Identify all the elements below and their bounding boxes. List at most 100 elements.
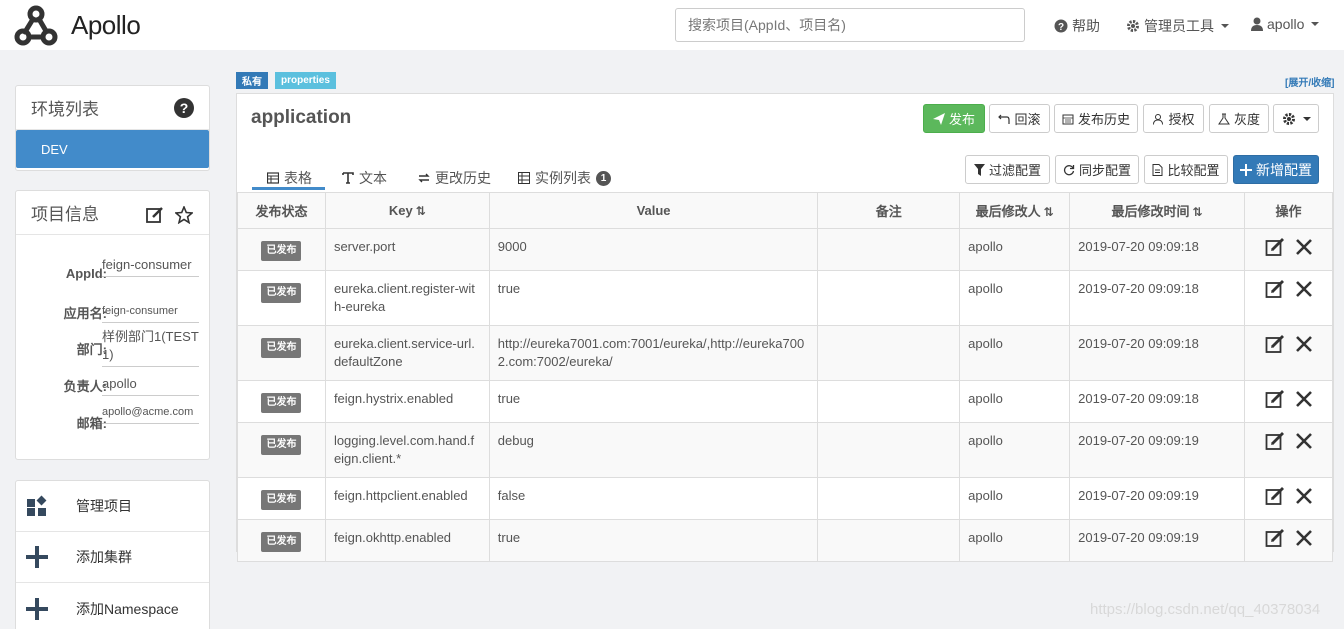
key-cell[interactable]: eureka.client.service-url.defaultZone [324, 325, 490, 381]
modifier-cell[interactable]: apollo [959, 228, 1071, 271]
value-cell[interactable]: true [488, 519, 819, 562]
time-cell[interactable]: 2019-07-20 09:09:19 [1069, 422, 1245, 478]
status-cell[interactable]: 已发布 [237, 325, 326, 381]
search-input[interactable] [675, 8, 1025, 42]
delete-icon[interactable] [1295, 529, 1313, 547]
comment-cell[interactable] [817, 270, 961, 326]
published-badge: 已发布 [261, 532, 302, 552]
authorize-button[interactable]: 授权 [1143, 104, 1204, 133]
edit-icon[interactable] [1265, 389, 1285, 409]
modifier-cell[interactable]: apollo [959, 477, 1071, 520]
chevron-down-icon [1311, 22, 1320, 26]
time-cell[interactable]: 2019-07-20 09:09:18 [1069, 380, 1245, 423]
status-cell[interactable]: 已发布 [237, 422, 326, 478]
comment-cell[interactable] [817, 228, 961, 271]
comment-cell[interactable] [817, 477, 961, 520]
gray-release-button[interactable]: 灰度 [1209, 104, 1269, 133]
time-cell[interactable]: 2019-07-20 09:09:19 [1069, 477, 1245, 520]
delete-icon[interactable] [1295, 280, 1313, 298]
filter-config-button[interactable]: 过滤配置 [965, 155, 1050, 184]
add-namespace-item[interactable]: 添加Namespace [16, 583, 209, 629]
time-cell[interactable]: 2019-07-20 09:09:18 [1069, 270, 1245, 326]
modifier-cell[interactable]: apollo [959, 519, 1071, 562]
tab-instances[interactable]: 实例列表 1 [518, 168, 611, 188]
col-key[interactable]: Key ⇅ [324, 192, 490, 229]
question-circle-icon[interactable]: ? [174, 98, 194, 118]
comment-cell[interactable] [817, 325, 961, 381]
time-cell[interactable]: 2019-07-20 09:09:18 [1069, 228, 1245, 271]
edit-icon[interactable] [146, 206, 164, 224]
modifier-cell[interactable]: apollo [959, 380, 1071, 423]
value-cell[interactable]: 9000 [488, 228, 819, 271]
settings-dropdown-button[interactable] [1273, 104, 1319, 133]
file-icon [1152, 163, 1163, 176]
edit-icon[interactable] [1265, 528, 1285, 548]
key-cell[interactable]: logging.level.com.hand.feign.client.* [324, 422, 490, 478]
action-menu-panel: 管理项目 添加集群 添加Namespace [15, 480, 210, 629]
release-history-button[interactable]: 发布历史 [1054, 104, 1138, 133]
table-header-row: 发布状态 Key ⇅ Value 备注 最后修改人 ⇅ 最后修改时间 ⇅ 操作 [237, 192, 1333, 229]
status-cell[interactable]: 已发布 [237, 519, 326, 562]
rollback-button[interactable]: 回滚 [989, 104, 1050, 133]
comment-cell[interactable] [817, 422, 961, 478]
manage-project-item[interactable]: 管理项目 [16, 481, 209, 532]
delete-icon[interactable] [1295, 432, 1313, 450]
sort-icon[interactable]: ⇅ [1193, 205, 1203, 219]
env-list-title: 环境列表 [31, 100, 99, 119]
value-cell[interactable]: true [488, 380, 819, 423]
admin-tools-dropdown[interactable]: 管理员工具 [1126, 16, 1229, 36]
config-key: eureka.client.service-url.defaultZone [333, 336, 475, 369]
edit-icon[interactable] [1265, 486, 1285, 506]
modifier-cell[interactable]: apollo [959, 325, 1071, 381]
status-cell[interactable]: 已发布 [237, 228, 326, 271]
col-modified-time[interactable]: 最后修改时间 ⇅ [1069, 192, 1245, 229]
edit-icon[interactable] [1265, 279, 1285, 299]
config-value: true [497, 281, 521, 296]
edit-icon[interactable] [1265, 334, 1285, 354]
key-cell[interactable]: feign.hystrix.enabled [324, 380, 490, 423]
comment-cell[interactable] [817, 380, 961, 423]
user-icon [1251, 17, 1263, 31]
tab-text[interactable]: 文本 [342, 168, 387, 188]
comment-cell[interactable] [817, 519, 961, 562]
delete-icon[interactable] [1295, 238, 1313, 256]
key-cell[interactable]: feign.okhttp.enabled [324, 519, 490, 562]
tab-text-label: 文本 [359, 170, 387, 186]
delete-icon[interactable] [1295, 335, 1313, 353]
time-cell[interactable]: 2019-07-20 09:09:18 [1069, 325, 1245, 381]
tab-table[interactable]: 表格 [267, 168, 312, 188]
key-cell[interactable]: feign.httpclient.enabled [324, 477, 490, 520]
expand-collapse-link[interactable]: [展开/收缩] [1285, 74, 1334, 89]
sort-icon[interactable]: ⇅ [416, 204, 426, 218]
user-dropdown[interactable]: apollo [1251, 16, 1320, 32]
sync-config-button[interactable]: 同步配置 [1055, 155, 1139, 184]
help-link[interactable]: ? 帮助 [1054, 16, 1100, 36]
time-cell[interactable]: 2019-07-20 09:09:19 [1069, 519, 1245, 562]
add-config-button[interactable]: 新增配置 [1233, 155, 1319, 184]
modifier-cell[interactable]: apollo [959, 422, 1071, 478]
edit-icon[interactable] [1265, 237, 1285, 257]
key-cell[interactable]: eureka.client.register-with-eureka [324, 270, 490, 326]
sort-icon[interactable]: ⇅ [1044, 205, 1054, 219]
status-cell[interactable]: 已发布 [237, 477, 326, 520]
star-icon[interactable] [175, 206, 193, 224]
value-cell[interactable]: http://eureka7001.com:7001/eureka/,http:… [488, 325, 819, 381]
modifier-cell[interactable]: apollo [959, 270, 1071, 326]
status-cell[interactable]: 已发布 [237, 270, 326, 326]
key-cell[interactable]: server.port [324, 228, 490, 271]
add-cluster-item[interactable]: 添加集群 [16, 532, 209, 583]
delete-icon[interactable] [1295, 390, 1313, 408]
status-cell[interactable]: 已发布 [237, 380, 326, 423]
value-cell[interactable]: debug [488, 422, 819, 478]
edit-icon[interactable] [1265, 431, 1285, 451]
env-item-dev[interactable]: DEV [16, 130, 209, 168]
brand-name[interactable]: Apollo [71, 10, 141, 41]
compare-config-button[interactable]: 比较配置 [1144, 155, 1228, 184]
value-cell[interactable]: false [488, 477, 819, 520]
gear-icon [1127, 20, 1139, 32]
value-cell[interactable]: true [488, 270, 819, 326]
publish-button[interactable]: 发布 [923, 104, 985, 133]
tab-change-history[interactable]: 更改历史 [418, 168, 491, 188]
delete-icon[interactable] [1295, 487, 1313, 505]
col-modifier[interactable]: 最后修改人 ⇅ [959, 192, 1071, 229]
